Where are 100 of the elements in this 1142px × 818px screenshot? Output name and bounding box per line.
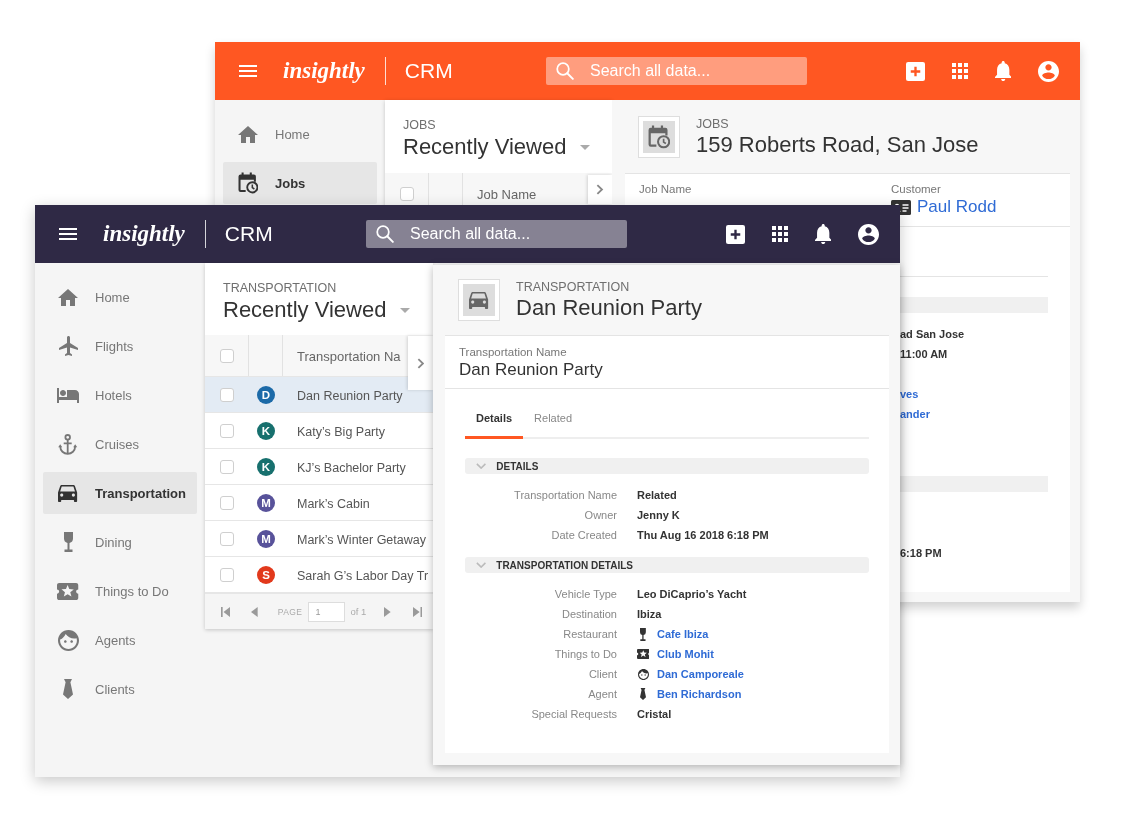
sidebar-item[interactable]: Hotels [43,374,197,416]
record-name: Katy’s Big Party [297,424,385,439]
field-value: 11:00 AM [900,348,948,360]
chevron-right-icon [596,184,604,195]
row-checkbox[interactable] [220,459,234,474]
car-icon [458,279,500,321]
field-label: Restaurant [562,628,617,640]
ticket-icon [636,649,650,659]
column-header: Job Name [477,186,537,202]
field-value: Cristal [637,708,672,720]
list-row[interactable]: M Mark’s Winter Getaway [205,521,433,557]
field-label: Special Requests [530,708,617,720]
ticket-icon [57,582,79,600]
home-icon [58,288,78,306]
face-icon [57,629,79,651]
caret-icon [400,307,411,313]
field-label: Agent [587,688,617,700]
add-icon[interactable] [725,224,745,244]
wine-glass-icon [640,627,646,641]
row-checkbox[interactable] [220,567,234,582]
apps-icon[interactable] [771,226,788,242]
sidebar-item[interactable]: Transportation [43,472,197,514]
list-row[interactable]: S Sarah G’s Labor Day Tr [205,557,433,593]
anchor-icon [58,433,78,455]
record-link[interactable]: Paul Rodd [917,197,997,217]
logo: insightly [103,220,185,248]
field-label: Date Created [550,529,617,541]
record-link[interactable]: Dan Camporeale [657,668,744,680]
sidebar-item[interactable]: Home [43,276,197,318]
airplane-icon [58,336,78,356]
record-link[interactable]: ves [900,388,919,400]
field-value: Dan Reunion Party [459,359,603,381]
row-checkbox[interactable] [220,387,234,402]
record-link[interactable]: ander [900,408,930,420]
section-header[interactable]: TRANSPORTATION DETAILS [465,557,869,573]
module-label: JOBS [696,115,729,132]
row-checkbox[interactable] [220,531,234,546]
list-row[interactable]: K KJ’s Bachelor Party [205,449,433,485]
expand-tab[interactable] [408,336,433,390]
sidebar-item[interactable]: Agents [43,619,197,661]
row-checkbox[interactable] [220,423,234,438]
page-input[interactable]: 1 [308,601,346,622]
sidebar-item[interactable]: Home [223,113,377,155]
record-name: Mark’s Winter Getaway [297,532,426,547]
page-label: PAGE [277,606,303,617]
select-all-checkbox[interactable] [399,186,414,201]
sidebar-item[interactable]: Cruises [43,423,197,465]
app-name: CRM [224,221,273,247]
avatar: S [257,565,275,584]
list-row[interactable]: M Mark’s Cabin [205,485,433,521]
record-name: Mark’s Cabin [297,496,370,511]
field-value: Ibiza [637,608,662,620]
sidebar-item[interactable]: Clients [43,668,197,710]
first-page-icon[interactable] [221,606,231,617]
field-label: Job Name [639,182,692,196]
wine-glass-icon [63,532,73,552]
home-icon [238,125,258,143]
record-link[interactable]: Ben Richardson [657,688,742,700]
list-row[interactable]: K Katy’s Big Party [205,413,433,449]
previous-page-icon[interactable] [251,606,258,617]
view-dropdown[interactable]: Recently Viewed [403,133,591,161]
record-link[interactable]: Club Mohit [657,648,714,660]
row-checkbox[interactable] [220,495,234,510]
next-page-icon[interactable] [384,606,391,617]
calendar-clock-icon [237,172,259,194]
avatar: M [257,493,275,512]
column-header: Transportation Na [297,348,401,364]
sidebar-item[interactable]: Things to Do [43,570,197,612]
caret-icon [580,144,591,150]
avatar: D [257,385,275,404]
field-label: Things to Do [553,648,617,660]
field-value: Related [637,489,677,501]
tab[interactable]: Related [523,400,583,439]
expand-tab[interactable] [588,175,612,204]
face-icon [637,668,649,680]
sidebar-item[interactable]: Jobs [223,162,377,204]
list-row[interactable]: D Dan Reunion Party [205,377,433,413]
field-label: Transportation Name [513,489,617,501]
sidebar-item[interactable]: Dining [43,521,197,563]
section-header[interactable]: DETAILS [465,458,869,474]
module-label: JOBS [403,117,436,133]
record-name: Dan Reunion Party [297,388,403,403]
field-value: Thu Aug 16 2018 6:18 PM [637,529,769,541]
field-label: Vehicle Type [553,588,617,600]
select-all-checkbox[interactable] [219,348,234,363]
account-icon[interactable] [858,223,879,245]
last-page-icon[interactable] [412,606,423,617]
notifications-icon[interactable] [814,224,831,244]
avatar: K [257,421,275,440]
avatar: M [257,529,275,548]
module-label: TRANSPORTATION [223,280,337,296]
avatar: K [257,457,275,476]
page-count: of 1 [350,606,367,617]
record-link[interactable]: Cafe Ibiza [657,628,709,640]
view-dropdown[interactable]: Recently Viewed [223,296,411,324]
search-icon [556,62,574,80]
menu-icon[interactable] [59,228,77,240]
tab[interactable]: Details [465,400,524,439]
field-value: 6:18 PM [900,547,942,559]
sidebar-item[interactable]: Flights [43,325,197,367]
